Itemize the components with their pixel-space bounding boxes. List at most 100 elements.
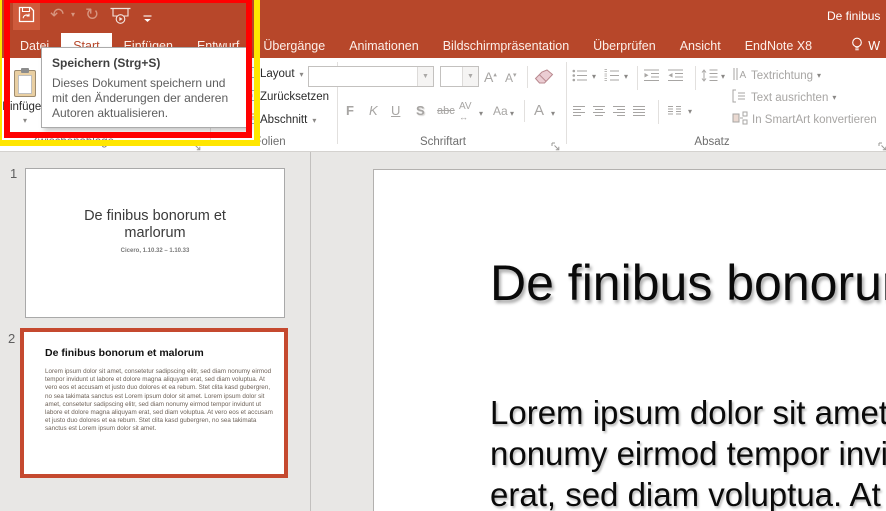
undo-button[interactable]: ↶ bbox=[50, 5, 64, 25]
outdent-icon bbox=[643, 69, 660, 86]
italic-button[interactable]: K bbox=[369, 103, 378, 118]
customize-qat-button[interactable] bbox=[143, 11, 152, 29]
slide-body-text[interactable]: Lorem ipsum dolor sit amet, consetetur n… bbox=[490, 392, 886, 511]
lightbulb-icon bbox=[851, 37, 863, 55]
convert-smartart-button[interactable]: In SmartArt konvertieren bbox=[732, 111, 877, 128]
character-spacing-button[interactable]: AV ↔ bbox=[459, 101, 472, 123]
bold-button[interactable]: F bbox=[346, 103, 354, 118]
underline-button[interactable]: U bbox=[391, 103, 400, 118]
align-right-icon bbox=[612, 104, 626, 121]
chevron-down-icon: ▾ bbox=[551, 109, 556, 118]
redo-icon: ↻ bbox=[85, 5, 100, 24]
tooltip-body: Dieses Dokument speichern und mit den Än… bbox=[52, 76, 229, 120]
line-spacing-button[interactable] bbox=[701, 69, 718, 87]
font-name-combobox[interactable]: ▼ bbox=[308, 66, 434, 87]
bullets-button[interactable] bbox=[572, 69, 588, 87]
save-tooltip: Speichern (Strg+S) Dieses Dokument speic… bbox=[41, 47, 248, 128]
button-divider bbox=[527, 66, 528, 88]
thumbnail-title: De finibus bonorum et malorum bbox=[45, 347, 204, 359]
chevron-down-icon: ▾ bbox=[312, 115, 317, 125]
thumbnail-body: Lorem ipsum dolor sit amet, consetetur s… bbox=[45, 368, 273, 433]
save-sync-icon bbox=[18, 6, 35, 28]
thumbnail-title: De finibus bonorum et marlorum bbox=[84, 208, 226, 241]
slide-thumbnail-2-selected[interactable]: De finibus bonorum et malorum Lorem ipsu… bbox=[20, 328, 288, 478]
tab-bildschirmpraesentation[interactable]: Bildschirmpräsentation bbox=[431, 33, 581, 58]
tab-ueberpruefen[interactable]: Überprüfen bbox=[581, 33, 668, 58]
font-dialog-launcher[interactable] bbox=[551, 138, 561, 151]
group-label-paragraph: Absatz bbox=[694, 136, 730, 148]
body-line: erat, sed diam voluptua. At vero eos et bbox=[490, 476, 886, 511]
clipboard-icon bbox=[14, 68, 36, 97]
decrease-font-size-button[interactable]: A▾ bbox=[505, 71, 517, 85]
slide-thumbnail-1[interactable]: De finibus bonorum et marlorum Cicero, 1… bbox=[25, 168, 285, 318]
columns-icon bbox=[667, 104, 682, 121]
font-size-combobox[interactable]: ▼ bbox=[440, 66, 479, 87]
convert-smartart-label: In SmartArt konvertieren bbox=[752, 113, 877, 126]
tell-me-button[interactable]: W bbox=[839, 33, 886, 58]
align-right-button[interactable] bbox=[612, 104, 626, 122]
decrease-indent-button[interactable] bbox=[643, 69, 660, 87]
group-divider bbox=[566, 62, 567, 144]
chevron-down-icon: ▾ bbox=[817, 71, 822, 80]
align-text-label: Text ausrichten bbox=[751, 91, 829, 104]
workspace: 1 De finibus bonorum et marlorum Cicero,… bbox=[0, 152, 886, 511]
group-label-font: Schriftart bbox=[419, 136, 466, 148]
tab-ansicht[interactable]: Ansicht bbox=[668, 33, 733, 58]
chevron-down-icon: ▼ bbox=[462, 67, 478, 86]
tab-uebergaenge[interactable]: Übergänge bbox=[251, 33, 337, 58]
layout-label: Layout bbox=[260, 68, 295, 80]
save-button[interactable] bbox=[13, 3, 40, 30]
justify-button[interactable] bbox=[632, 104, 646, 122]
chevron-down-icon: ▾ bbox=[624, 72, 629, 81]
window-title: De finibus bbox=[827, 9, 881, 23]
reset-label: Zurücksetzen bbox=[260, 91, 330, 103]
chevron-down-icon: ▾ bbox=[688, 107, 693, 116]
undo-dropdown[interactable]: ▾ bbox=[71, 10, 75, 19]
layout-button[interactable]: Layout ▾ bbox=[242, 67, 304, 81]
font-color-button[interactable]: A bbox=[534, 102, 544, 119]
align-center-button[interactable] bbox=[592, 104, 606, 122]
paste-button[interactable]: Einfügen ▾ bbox=[2, 64, 48, 140]
change-case-button[interactable]: Aa bbox=[493, 104, 508, 118]
reset-button[interactable]: Zurücksetzen bbox=[242, 90, 329, 104]
left-right-arrows-icon: ↔ bbox=[459, 112, 468, 122]
clipboard-dialog-launcher[interactable] bbox=[192, 138, 202, 151]
paragraph-dialog-launcher[interactable] bbox=[878, 138, 886, 151]
slide-number: 1 bbox=[10, 166, 18, 181]
clear-formatting-button[interactable] bbox=[534, 69, 554, 90]
increase-indent-button[interactable] bbox=[667, 69, 684, 87]
columns-button[interactable] bbox=[667, 104, 682, 122]
text-shadow-button[interactable]: S bbox=[416, 103, 425, 118]
svg-text:A: A bbox=[740, 70, 747, 81]
body-line: Lorem ipsum dolor sit amet, consetetur bbox=[490, 394, 886, 431]
section-button[interactable]: Abschnitt ▾ bbox=[242, 113, 316, 127]
align-text-button[interactable]: Text ausrichten ▾ bbox=[732, 89, 836, 106]
body-line: nonumy eirmod tempor invidunt ut labore bbox=[490, 435, 886, 472]
section-label: Abschnitt bbox=[260, 114, 308, 126]
chevron-down-icon: ▾ bbox=[479, 109, 484, 118]
slide-canvas[interactable]: De finibus bonorum et malorum Lorem ipsu… bbox=[373, 169, 886, 511]
chevron-down-icon: ▼ bbox=[417, 67, 433, 86]
align-left-icon bbox=[572, 104, 586, 121]
tab-endnote[interactable]: EndNote X8 bbox=[733, 33, 824, 58]
strikethrough-button[interactable]: abc bbox=[437, 105, 455, 117]
slide-title-text[interactable]: De finibus bonorum et malorum bbox=[490, 254, 886, 312]
tab-animationen[interactable]: Animationen bbox=[337, 33, 431, 58]
justify-icon bbox=[632, 104, 646, 121]
redo-button[interactable]: ↻ bbox=[85, 5, 99, 25]
bullet-list-icon bbox=[572, 69, 588, 86]
chevron-down-icon: ▾ bbox=[832, 93, 837, 102]
start-presentation-button[interactable] bbox=[110, 7, 131, 30]
numbering-button[interactable] bbox=[604, 69, 620, 87]
slide-number: 2 bbox=[8, 331, 16, 346]
align-left-button[interactable] bbox=[572, 104, 586, 122]
indent-icon bbox=[667, 69, 684, 86]
start-presentation-icon bbox=[110, 7, 131, 29]
char-spacing-label: AV bbox=[459, 101, 472, 112]
panel-divider[interactable] bbox=[310, 152, 311, 511]
text-direction-button[interactable]: A Textrichtung ▾ bbox=[732, 67, 821, 84]
chevron-down-icon: ▾ bbox=[592, 72, 597, 81]
chevron-down-icon: ▾ bbox=[510, 109, 515, 118]
thumbnail-subtitle: Cicero, 1.10.32 – 1.10.33 bbox=[120, 248, 190, 254]
increase-font-size-button[interactable]: A▴ bbox=[484, 69, 497, 85]
